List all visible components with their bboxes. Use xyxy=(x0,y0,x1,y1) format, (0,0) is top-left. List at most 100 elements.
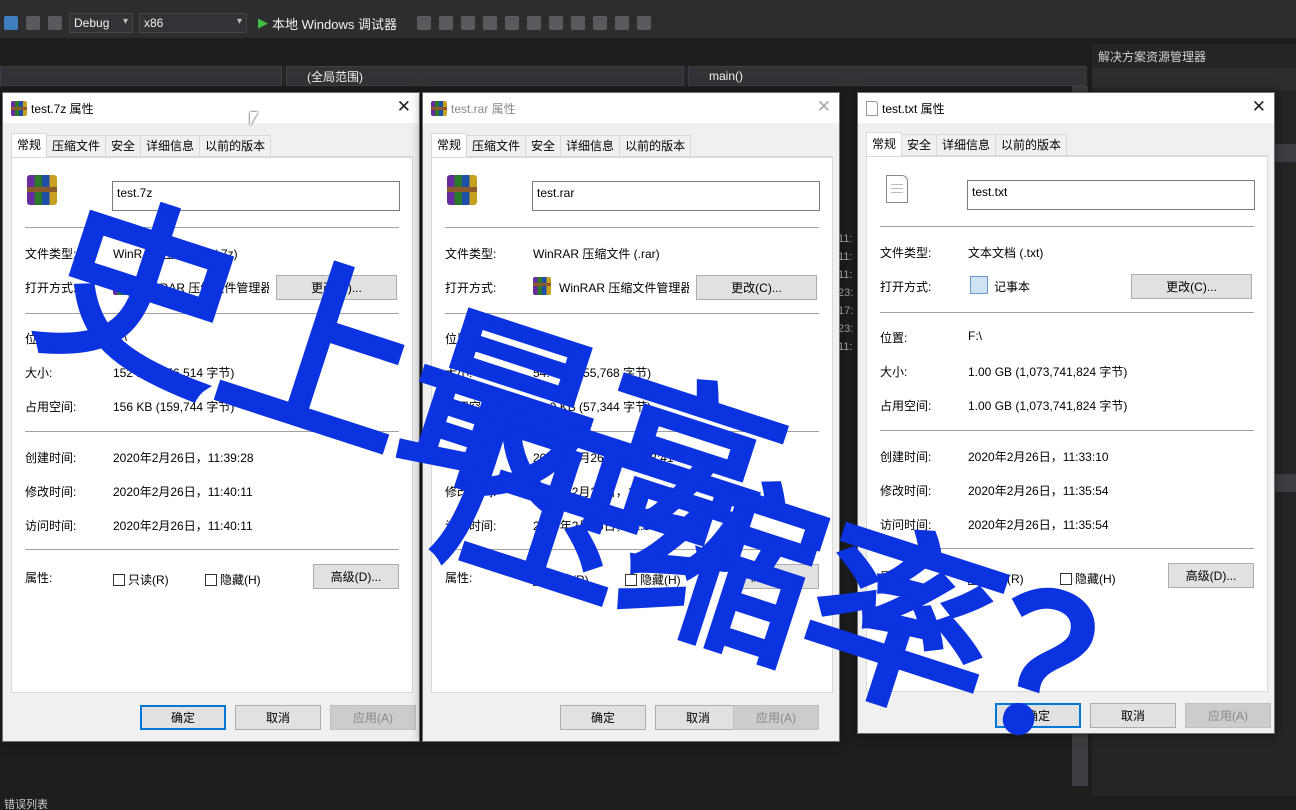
editor-fragment: 23: xyxy=(838,287,854,299)
error-list-tab[interactable]: 错误列表 xyxy=(0,796,1296,810)
tab-archive[interactable]: 压缩文件 xyxy=(466,135,527,156)
tab-general[interactable]: 常规 xyxy=(866,132,903,156)
ok-button[interactable]: 确定 xyxy=(140,705,226,730)
tab-security[interactable]: 安全 xyxy=(525,135,562,156)
platform-select[interactable]: x86 ▾ xyxy=(139,13,247,33)
toolbar-icon[interactable] xyxy=(504,16,519,30)
redo-icon[interactable] xyxy=(48,16,62,30)
ok-button[interactable]: 确定 xyxy=(560,705,646,730)
tab-previous-versions[interactable]: 以前的版本 xyxy=(619,135,692,156)
tab-general[interactable]: 常规 xyxy=(11,133,48,157)
hidden-checkbox[interactable]: 隐藏(H) xyxy=(625,571,681,588)
accessed-label: 访问时间: xyxy=(25,519,77,533)
close-icon[interactable]: ✕ xyxy=(817,97,831,117)
function-value: main() xyxy=(709,69,744,83)
hidden-checkbox[interactable]: 隐藏(H) xyxy=(1060,570,1116,587)
cancel-button[interactable]: 取消 xyxy=(1090,703,1176,728)
winrar-icon xyxy=(431,100,447,116)
cancel-button[interactable]: 取消 xyxy=(235,705,321,730)
filename-field[interactable]: test.txt xyxy=(967,180,1255,210)
config-select[interactable]: Debug ▾ xyxy=(69,13,133,33)
attributes-label: 属性: xyxy=(445,571,473,585)
scope-dropdown[interactable]: (全局范围) xyxy=(286,66,684,86)
accessed-value: 2020年2月26日，11:35:54 xyxy=(968,518,1109,532)
location-label: 位置: xyxy=(880,331,908,345)
solution-explorer-toolbar xyxy=(1092,68,1296,90)
tab-security[interactable]: 安全 xyxy=(901,134,938,155)
toolbar-icon[interactable] xyxy=(416,16,431,30)
disk-size-label: 占用空间: xyxy=(445,400,497,414)
editor-fragment: 11: xyxy=(838,341,853,353)
apply-button[interactable]: 应用(A) xyxy=(330,705,416,730)
save-all-icon[interactable] xyxy=(4,16,18,30)
toolbar-icon[interactable] xyxy=(438,16,453,30)
undo-icon[interactable] xyxy=(26,16,40,30)
apply-button[interactable]: 应用(A) xyxy=(733,705,819,730)
divider xyxy=(25,313,399,314)
filename-field[interactable]: test.rar xyxy=(532,181,820,211)
editor-fragment: 11: xyxy=(838,233,853,245)
close-icon[interactable]: ✕ xyxy=(1252,97,1266,117)
change-button[interactable]: 更改(C)... xyxy=(276,275,397,300)
file-type-value: 文本文档 (.txt) xyxy=(968,246,1044,260)
created-value: 2020年2月26日，11:38:41 xyxy=(533,451,674,465)
tab-details[interactable]: 详细信息 xyxy=(936,134,997,155)
size-value: 152 KB (156,514 字节) xyxy=(113,366,235,380)
properties-dialog-7z: test.7z 属性 ✕ 常规 压缩文件 安全 详细信息 以前的版本 test.… xyxy=(2,92,420,742)
change-button[interactable]: 更改(C)... xyxy=(696,275,817,300)
close-icon[interactable]: ✕ xyxy=(397,97,411,117)
toolbar-icon[interactable] xyxy=(482,16,497,30)
function-dropdown[interactable]: main() xyxy=(688,66,1086,86)
toolbar-icon[interactable] xyxy=(570,16,585,30)
ok-button[interactable]: 确定 xyxy=(995,703,1081,728)
readonly-checkbox[interactable]: 只读(R) xyxy=(113,571,169,588)
advanced-button[interactable]: 高级(D)... xyxy=(1168,563,1254,588)
tab-details[interactable]: 详细信息 xyxy=(560,135,621,156)
tab-previous-versions[interactable]: 以前的版本 xyxy=(995,134,1068,155)
project-dropdown[interactable] xyxy=(0,66,282,86)
divider xyxy=(880,226,1254,227)
hidden-checkbox[interactable]: 隐藏(H) xyxy=(205,571,261,588)
properties-dialog-txt: test.txt 属性 ✕ 常规 安全 详细信息 以前的版本 test.txt … xyxy=(857,92,1275,734)
advanced-button[interactable]: 高级(D)... xyxy=(313,564,399,589)
mouse-cursor-icon xyxy=(250,112,258,126)
divider xyxy=(445,227,819,228)
winrar-icon xyxy=(11,100,27,116)
toolbar-icon[interactable] xyxy=(460,16,475,30)
titlebar[interactable]: test.txt 属性 ✕ xyxy=(858,93,1274,123)
play-icon[interactable]: ▶ xyxy=(258,15,268,31)
tab-archive[interactable]: 压缩文件 xyxy=(46,135,107,156)
filename-field[interactable]: test.7z xyxy=(112,181,400,211)
properties-dialog-rar: test.rar 属性 ✕ 常规 压缩文件 安全 详细信息 以前的版本 test… xyxy=(422,92,840,742)
tab-previous-versions[interactable]: 以前的版本 xyxy=(199,135,272,156)
readonly-label: 只读(R) xyxy=(128,573,169,587)
general-panel xyxy=(431,157,833,693)
hidden-label: 隐藏(H) xyxy=(1075,572,1116,586)
titlebar[interactable]: test.rar 属性 ✕ xyxy=(423,93,839,123)
toolbar-icon[interactable] xyxy=(614,16,629,30)
winrar-icon xyxy=(113,277,131,295)
cancel-button[interactable]: 取消 xyxy=(655,705,741,730)
readonly-checkbox[interactable]: 只读(R) xyxy=(533,571,589,588)
disk-size-value: 56.0 KB (57,344 字节) xyxy=(533,400,652,414)
vs-navigation-bar: (全局范围) main() xyxy=(0,66,1088,86)
toolbar-icon[interactable] xyxy=(592,16,607,30)
disk-size-value: 156 KB (159,744 字节) xyxy=(113,400,235,414)
readonly-label: 只读(R) xyxy=(983,572,1024,586)
titlebar[interactable]: test.7z 属性 ✕ xyxy=(3,93,419,123)
toolbar-icon[interactable] xyxy=(526,16,541,30)
bookmark-icon[interactable] xyxy=(636,16,651,30)
general-panel xyxy=(11,157,413,693)
tab-security[interactable]: 安全 xyxy=(105,135,142,156)
tab-general[interactable]: 常规 xyxy=(431,133,468,157)
run-debugger-button[interactable]: 本地 Windows 调试器 xyxy=(272,14,397,33)
scope-value: (全局范围) xyxy=(307,69,363,84)
change-button[interactable]: 更改(C)... xyxy=(1131,274,1252,299)
apply-button[interactable]: 应用(A) xyxy=(1185,703,1271,728)
accessed-value: 2020年2月26日，11:40:11 xyxy=(113,519,253,533)
divider xyxy=(880,430,1254,431)
toolbar-icon[interactable] xyxy=(548,16,563,30)
advanced-button[interactable]: 高级(D)... xyxy=(733,564,819,589)
readonly-checkbox[interactable]: 只读(R) xyxy=(968,570,1024,587)
tab-details[interactable]: 详细信息 xyxy=(140,135,201,156)
